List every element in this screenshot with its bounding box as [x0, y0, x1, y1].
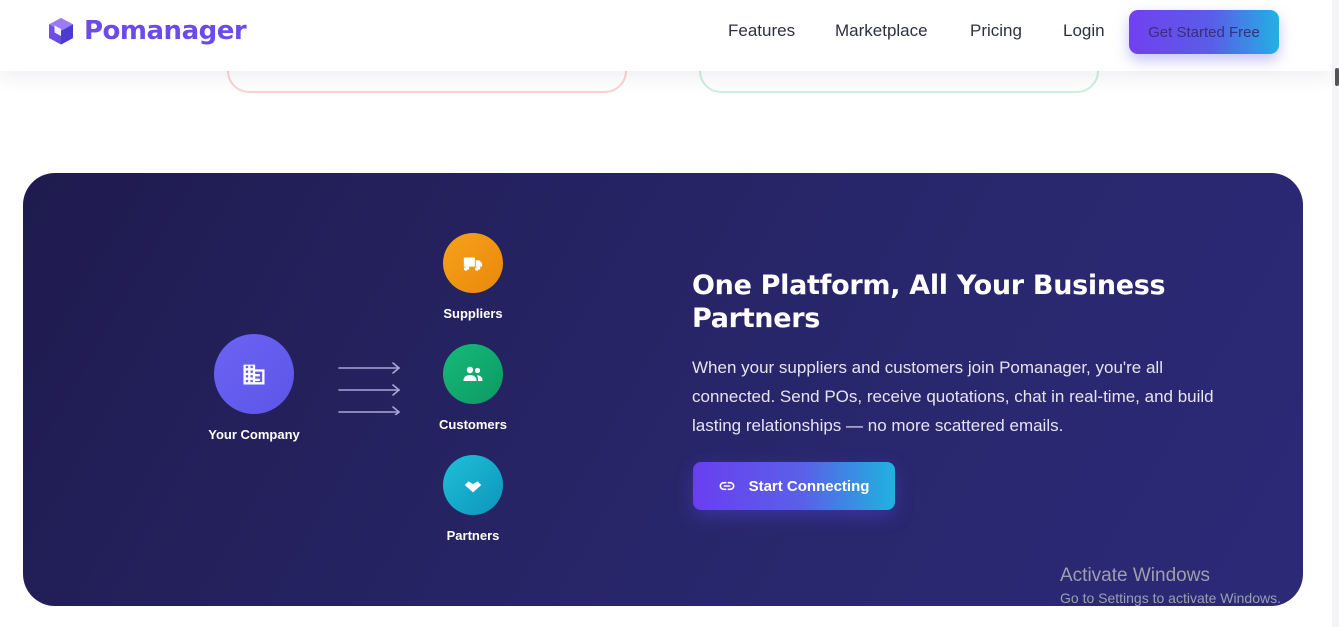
suppliers-label: Suppliers [443, 306, 503, 321]
section-description: When your suppliers and customers join P… [692, 358, 1214, 435]
customers-label: Customers [439, 417, 507, 432]
link-icon [719, 481, 734, 491]
company-label: Your Company [208, 427, 300, 442]
brand-logo[interactable]: Pomanager [46, 16, 247, 46]
truck-icon [463, 257, 483, 271]
page-scrollbar[interactable] [1332, 0, 1339, 627]
customers-node [443, 344, 503, 404]
nav-link-pricing[interactable]: Pricing [970, 21, 1022, 43]
nav-link-login[interactable]: Login [1063, 21, 1105, 43]
scrollbar-thumb[interactable] [1335, 68, 1339, 86]
partners-node [443, 455, 503, 515]
headline-line-2: Partners [692, 303, 821, 334]
start-connecting-button[interactable]: Start Connecting [693, 462, 895, 510]
start-connecting-label: Start Connecting [748, 477, 870, 495]
brand-name: Pomanager [84, 16, 247, 46]
users-icon [463, 366, 483, 381]
cube-icon [49, 18, 73, 45]
company-node [214, 334, 294, 414]
building-icon [243, 364, 265, 385]
suppliers-node [443, 233, 503, 293]
partners-label: Partners [446, 528, 500, 543]
get-started-button[interactable]: Get Started Free [1129, 10, 1279, 54]
handshake-icon [464, 481, 482, 493]
activate-windows-subtitle: Go to Settings to activate Windows. [1060, 590, 1281, 606]
partners-section: Your Company Suppliers Customers Partner… [23, 173, 1303, 606]
activate-windows-title: Activate Windows [1060, 565, 1210, 586]
section-headline: One Platform, All Your Business Partners [692, 269, 1212, 335]
headline-line-1: One Platform, All Your Business [692, 270, 1166, 301]
site-header: Pomanager Features Marketplace Pricing L… [0, 0, 1332, 71]
connection-arrows [338, 362, 401, 415]
nav-link-marketplace[interactable]: Marketplace [835, 21, 928, 43]
nav-link-features[interactable]: Features [728, 21, 795, 43]
